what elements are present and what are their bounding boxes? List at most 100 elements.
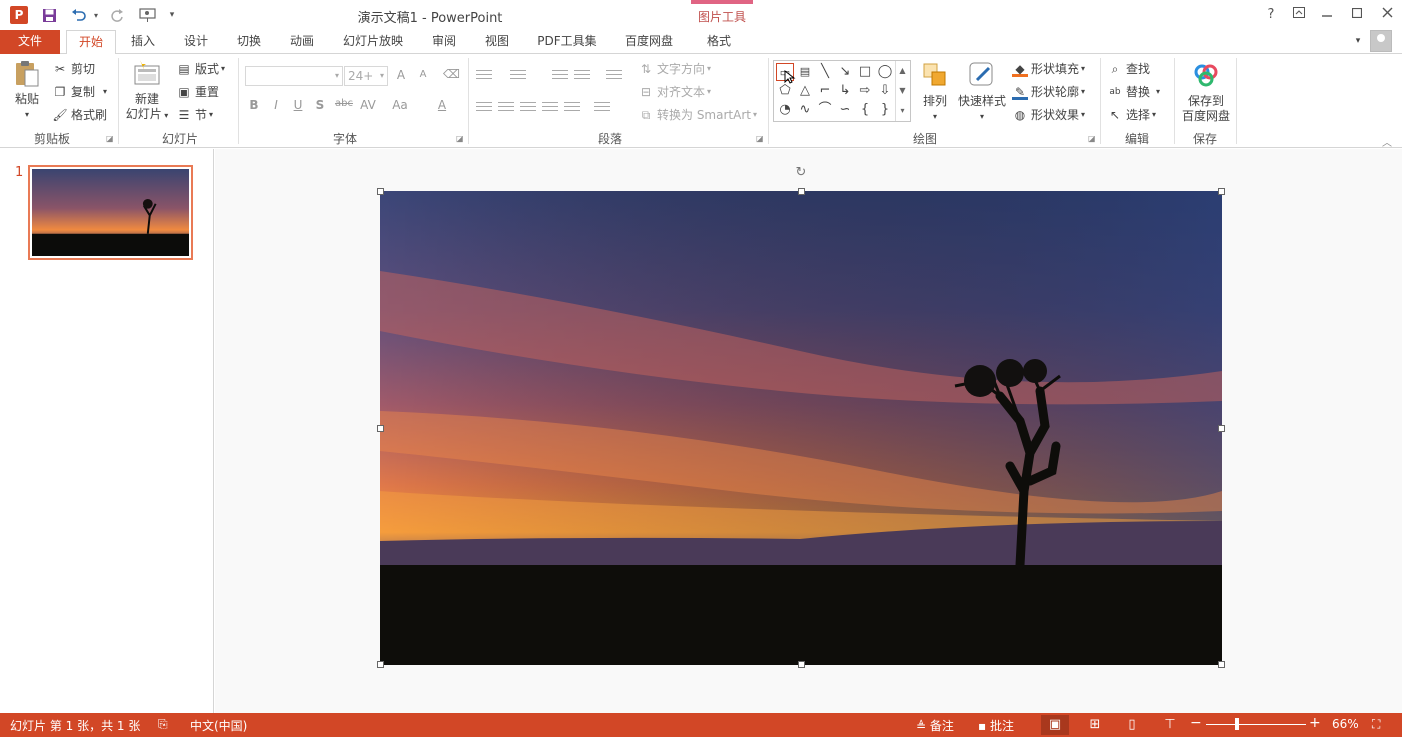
shrink-font-icon[interactable]: A <box>415 69 431 80</box>
paste-dropdown-icon[interactable]: ▾ <box>8 107 46 122</box>
tab-transitions[interactable]: 切换 <box>228 30 270 54</box>
zoom-out-icon[interactable]: − <box>1190 715 1202 731</box>
shape-elbow-connector[interactable]: ⌐ <box>816 82 834 100</box>
spelling-check-icon[interactable]: ⎘ <box>158 717 168 732</box>
shape-right-arrow[interactable]: ⇨ <box>856 82 874 100</box>
clipboard-launcher-icon[interactable]: ◪ <box>106 134 114 143</box>
text-direction-button[interactable]: ⇅ 文字方向 ▾ <box>638 60 711 77</box>
slide-sorter-icon[interactable]: ⊞ <box>1081 715 1109 735</box>
slideshow-view-icon[interactable]: ⊤ <box>1156 715 1184 735</box>
character-spacing-button[interactable]: AV <box>358 98 378 112</box>
find-button[interactable]: ⌕ 查找 <box>1107 60 1150 77</box>
new-slide-button[interactable]: 新建 幻灯片 ▾ <box>122 58 172 123</box>
convert-smartart-button[interactable]: ⧉ 转换为 SmartArt ▾ <box>638 106 757 123</box>
account-dropdown-icon[interactable]: ▾ <box>1350 30 1366 54</box>
rotate-handle-icon[interactable]: ↻ <box>794 166 808 180</box>
shape-rectangle[interactable]: □ <box>856 63 874 81</box>
language-indicator[interactable]: 中文(中国) <box>190 717 247 734</box>
minimize-icon[interactable] <box>1316 5 1338 25</box>
align-center-icon[interactable] <box>498 102 514 114</box>
tab-file[interactable]: 文件 <box>0 30 60 54</box>
undo-icon[interactable] <box>70 6 88 24</box>
clear-formatting-icon[interactable]: ⌫ <box>443 67 460 81</box>
notes-button[interactable]: ≜ 备注 <box>916 717 954 734</box>
resize-handle-bottom-left[interactable] <box>377 661 384 668</box>
resize-handle-top[interactable] <box>798 188 805 195</box>
tab-pdf-tools[interactable]: PDF工具集 <box>530 30 604 54</box>
shape-left-brace[interactable]: { <box>856 101 874 119</box>
line-spacing-icon[interactable] <box>606 70 622 82</box>
tab-animations[interactable]: 动画 <box>281 30 323 54</box>
slide-thumbnail[interactable] <box>28 165 193 260</box>
zoom-slider-track[interactable] <box>1206 724 1306 725</box>
tab-format[interactable]: 格式 <box>698 30 740 54</box>
shape-arrow-line[interactable]: ↘ <box>836 63 854 81</box>
shape-pentagon[interactable]: ⬠ <box>776 82 794 100</box>
maximize-icon[interactable] <box>1346 5 1368 25</box>
sunset-picture[interactable] <box>380 191 1222 665</box>
zoom-percent[interactable]: 66% <box>1332 717 1359 731</box>
underline-button[interactable]: U <box>290 98 306 112</box>
tab-review[interactable]: 审阅 <box>423 30 465 54</box>
font-launcher-icon[interactable]: ◪ <box>456 134 464 143</box>
replace-button[interactable]: ab 替换 ▾ <box>1107 83 1160 100</box>
align-right-icon[interactable] <box>520 102 536 114</box>
distributed-icon[interactable] <box>564 102 580 114</box>
resize-handle-top-left[interactable] <box>377 188 384 195</box>
bold-button[interactable]: B <box>246 98 262 112</box>
align-left-icon[interactable] <box>476 102 492 114</box>
font-size-combo[interactable]: 24+ ▾ <box>344 66 388 86</box>
fit-slide-icon[interactable]: ⛶ <box>1372 717 1380 732</box>
layout-button[interactable]: ▤ 版式 ▾ <box>176 60 225 77</box>
undo-dropdown-icon[interactable]: ▾ <box>87 6 105 24</box>
shape-outline-button[interactable]: ✎ 形状轮廓 ▾ <box>1012 83 1085 100</box>
format-painter-button[interactable]: 🖌 格式刷 <box>52 106 107 123</box>
zoom-in-icon[interactable]: + <box>1309 715 1321 731</box>
quick-styles-button[interactable]: 快速样式 ▾ <box>956 60 1008 124</box>
copy-button[interactable]: ❐ 复制 ▾ <box>52 83 107 100</box>
collapse-ribbon-icon[interactable]: ︿ <box>1382 134 1392 149</box>
normal-view-icon[interactable]: ▣ <box>1041 715 1069 735</box>
shape-elbow-arrow[interactable]: ↳ <box>836 82 854 100</box>
text-shadow-button[interactable]: S <box>312 98 328 112</box>
shape-triangle[interactable]: △ <box>796 82 814 100</box>
customize-qat-icon[interactable]: ▾ <box>163 6 181 24</box>
drawing-launcher-icon[interactable]: ◪ <box>1088 134 1096 143</box>
tab-slideshow[interactable]: 幻灯片放映 <box>335 30 411 54</box>
zoom-slider-thumb[interactable] <box>1235 718 1239 730</box>
help-icon[interactable]: ? <box>1260 5 1282 25</box>
gallery-more-icon[interactable]: ▾ <box>896 101 909 121</box>
powerpoint-logo-icon[interactable]: P <box>10 6 28 24</box>
shape-line[interactable]: ╲ <box>816 63 834 81</box>
grow-font-icon[interactable]: A <box>393 68 409 82</box>
shape-vertical-textbox[interactable]: ▤ <box>796 63 814 81</box>
section-button[interactable]: ☰ 节 ▾ <box>176 106 213 123</box>
close-icon[interactable] <box>1376 5 1398 25</box>
align-text-button[interactable]: ⊟ 对齐文本 ▾ <box>638 83 711 100</box>
shape-effects-button[interactable]: ◍ 形状效果 ▾ <box>1012 106 1085 123</box>
paste-button[interactable]: 粘贴 ▾ <box>8 58 46 122</box>
save-icon[interactable] <box>40 6 58 24</box>
columns-icon[interactable] <box>594 102 610 114</box>
shape-arc[interactable]: ⌒ <box>816 101 834 119</box>
reading-view-icon[interactable]: ▯ <box>1118 715 1146 735</box>
arrange-button[interactable]: 排列 ▾ <box>917 60 953 124</box>
gallery-up-icon[interactable]: ▲ <box>896 61 909 81</box>
resize-handle-right[interactable] <box>1218 425 1225 432</box>
shape-down-arrow[interactable]: ⇩ <box>876 82 894 100</box>
shape-curve[interactable]: ∽ <box>836 101 854 119</box>
resize-handle-bottom-right[interactable] <box>1218 661 1225 668</box>
resize-handle-top-right[interactable] <box>1218 188 1225 195</box>
tab-design[interactable]: 设计 <box>175 30 217 54</box>
tab-baidu-netdisk[interactable]: 百度网盘 <box>616 30 682 54</box>
reset-button[interactable]: ▣ 重置 <box>176 83 219 100</box>
start-from-beginning-icon[interactable] <box>138 6 156 24</box>
tab-home[interactable]: 开始 <box>66 30 116 55</box>
font-name-combo[interactable]: ▾ <box>245 66 343 86</box>
shape-oval[interactable]: ◯ <box>876 63 894 81</box>
copy-dropdown-icon[interactable]: ▾ <box>103 87 107 96</box>
shape-right-brace[interactable]: } <box>876 101 894 119</box>
increase-indent-icon[interactable] <box>574 70 590 82</box>
cut-button[interactable]: ✂ 剪切 <box>52 60 95 77</box>
font-color-button[interactable]: A <box>434 98 450 112</box>
